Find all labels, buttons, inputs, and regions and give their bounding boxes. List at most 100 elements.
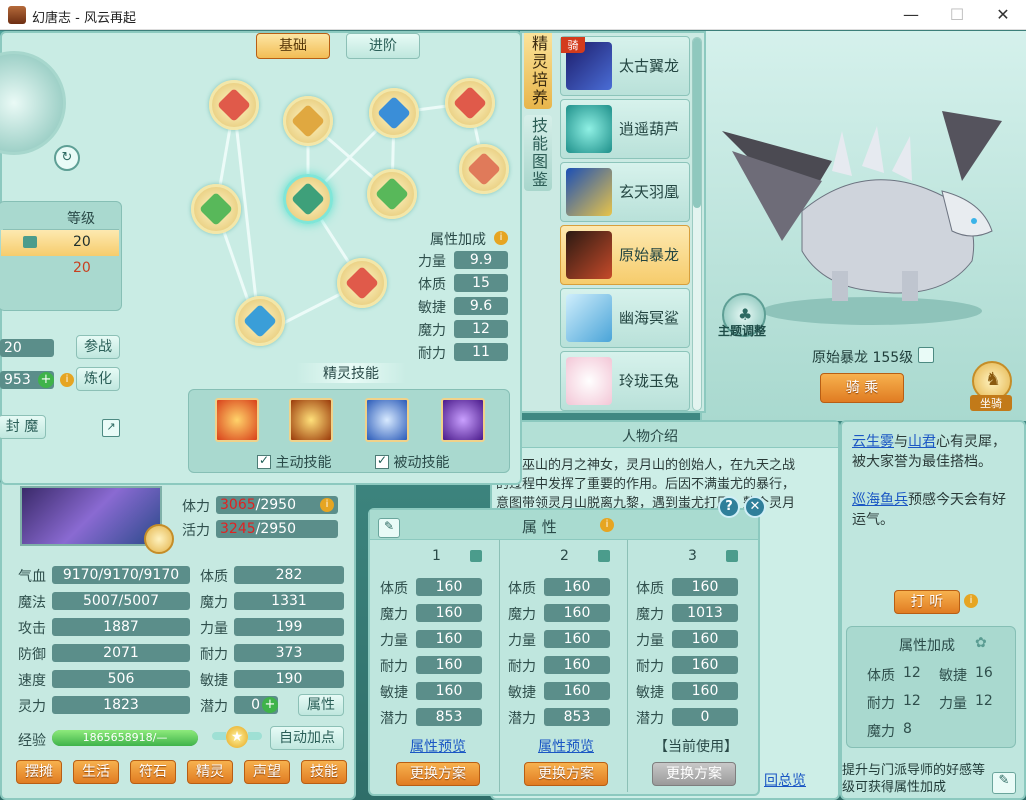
attr-value: 15 bbox=[454, 274, 508, 292]
overview-link[interactable]: 回总览 bbox=[764, 770, 806, 790]
tab-basic[interactable]: 基础 bbox=[256, 33, 330, 59]
pet-thumbnail bbox=[566, 168, 612, 216]
rune-button[interactable]: 符石 bbox=[130, 760, 176, 784]
battle-button[interactable]: 参战 bbox=[76, 335, 120, 359]
fire-skill-icon[interactable] bbox=[215, 398, 259, 442]
preview-link[interactable]: 属性预览 bbox=[538, 736, 594, 756]
close-icon[interactable]: ✕ bbox=[744, 496, 766, 518]
reputation-button[interactable]: 声望 bbox=[244, 760, 290, 784]
edit-icon[interactable] bbox=[598, 550, 610, 562]
share-icon[interactable]: ↗ bbox=[102, 419, 120, 437]
pet-item[interactable]: 骑 太古翼龙 bbox=[560, 36, 690, 96]
pet-item[interactable]: 玲珑玉兔 bbox=[560, 351, 690, 411]
switch-scheme-button[interactable]: 更换方案 bbox=[524, 762, 608, 786]
stat-value: 2071 bbox=[52, 644, 190, 662]
attr-label: 力量 bbox=[418, 254, 446, 270]
life-button[interactable]: 生活 bbox=[73, 760, 119, 784]
npc-link-shanjun[interactable]: 山君 bbox=[908, 434, 936, 450]
info-icon[interactable]: i bbox=[60, 373, 74, 387]
listen-button[interactable]: 打 听 bbox=[894, 590, 960, 614]
scheme-column-2: 2 体质 160 魔力 160 力量 160 耐力 160 敏捷 160 潜力 … bbox=[502, 540, 628, 792]
skill-node[interactable] bbox=[209, 80, 259, 130]
info-icon[interactable]: i bbox=[964, 594, 978, 608]
vigor-label: 活力 bbox=[182, 523, 210, 539]
pet-item[interactable]: 幽海冥鲨 bbox=[560, 288, 690, 348]
skill-node[interactable] bbox=[369, 88, 419, 138]
auto-allocate-button[interactable]: 自动加点 bbox=[270, 726, 344, 750]
skill-node[interactable] bbox=[283, 96, 333, 146]
pet-item[interactable]: 逍遥葫芦 bbox=[560, 99, 690, 159]
skill-node[interactable] bbox=[459, 144, 509, 194]
pet-item[interactable]: 玄天羽凰 bbox=[560, 162, 690, 222]
refine-button[interactable]: 炼化 bbox=[76, 367, 120, 391]
info-icon[interactable]: i bbox=[494, 231, 508, 245]
attr-label: 耐力 bbox=[636, 659, 664, 675]
pet-name: 幽海冥鲨 bbox=[619, 309, 680, 327]
passive-skill-checkbox[interactable]: 被动技能 bbox=[375, 452, 449, 472]
minimize-button[interactable]: — bbox=[888, 0, 934, 30]
skill-node[interactable] bbox=[337, 258, 387, 308]
preview-link[interactable]: 属性预览 bbox=[410, 736, 466, 756]
npc-link-yunshengwu[interactable]: 云生雾 bbox=[852, 434, 894, 450]
edit-icon[interactable] bbox=[470, 550, 482, 562]
shadow-skill-icon[interactable] bbox=[441, 398, 485, 442]
seal-demon-button[interactable]: 封 魔 bbox=[0, 415, 46, 439]
maximize-button[interactable]: ☐ bbox=[934, 0, 980, 30]
flame-burst-skill-icon[interactable] bbox=[289, 398, 333, 442]
skill-node[interactable] bbox=[445, 78, 495, 128]
news-item-2: 巡海鱼兵预感今天会有好运气。 bbox=[852, 492, 1006, 528]
pet-name: 逍遥葫芦 bbox=[619, 120, 680, 138]
add-icon[interactable]: + bbox=[38, 372, 54, 388]
attr-value: 0 bbox=[672, 708, 738, 726]
settings-gear-icon[interactable]: ✿ bbox=[975, 635, 987, 651]
ride-button[interactable]: 骑 乘 bbox=[820, 373, 904, 403]
pet-item-selected[interactable]: 原始暴龙 bbox=[560, 225, 690, 285]
stat-value: 5007/5007 bbox=[52, 592, 190, 610]
switch-scheme-button-disabled: 更换方案 bbox=[652, 762, 736, 786]
skills-button[interactable]: 技能 bbox=[301, 760, 347, 784]
active-skill-checkbox[interactable]: 主动技能 bbox=[257, 452, 331, 472]
level-table: 等级 20 20 bbox=[0, 201, 122, 311]
intro-title: 人物介绍 bbox=[622, 429, 678, 445]
scrollbar-thumb[interactable] bbox=[693, 38, 701, 208]
mount-label: 坐骑 bbox=[970, 395, 1012, 411]
attr-value: 9.9 bbox=[454, 251, 508, 269]
tab-spirit-training[interactable]: 精灵培养 bbox=[524, 33, 552, 109]
help-icon[interactable]: ? bbox=[718, 496, 740, 518]
attr-value: 160 bbox=[672, 682, 738, 700]
close-window-button[interactable]: ✕ bbox=[980, 0, 1026, 30]
edit-icon[interactable]: ✎ bbox=[378, 518, 400, 538]
pet-list-scrollbar[interactable] bbox=[692, 37, 702, 411]
skill-node[interactable] bbox=[367, 169, 417, 219]
skill-node-center[interactable] bbox=[283, 174, 333, 224]
stat-label: 耐力 bbox=[200, 647, 228, 663]
spirit-button[interactable]: 精灵 bbox=[187, 760, 233, 784]
edit-icon[interactable]: ✎ bbox=[992, 772, 1016, 794]
info-icon[interactable]: i bbox=[600, 518, 614, 532]
refresh-icon[interactable]: ↻ bbox=[54, 145, 80, 171]
mentor-news-panel: 云生雾与山君心有灵犀，被大家誉为最佳搭档。 巡海鱼兵预感今天会有好运气。 打 听… bbox=[840, 420, 1026, 800]
tab-advanced[interactable]: 进阶 bbox=[346, 33, 420, 59]
bonus-value: 8 bbox=[903, 721, 912, 737]
pet-name: 玲珑玉兔 bbox=[619, 372, 680, 390]
rename-mount-icon[interactable] bbox=[918, 347, 934, 363]
spirit-skills-title: 精灵技能 bbox=[296, 363, 406, 383]
stall-button[interactable]: 摆摊 bbox=[16, 760, 62, 784]
stat-label: 灵力 bbox=[18, 699, 46, 715]
attribute-button[interactable]: 属性 bbox=[298, 694, 344, 716]
tab-skill-book[interactable]: 技能图鉴 bbox=[524, 115, 552, 191]
attr-label: 敏捷 bbox=[418, 300, 446, 316]
attr-label: 体质 bbox=[380, 581, 408, 597]
skill-node[interactable] bbox=[191, 184, 241, 234]
info-icon[interactable]: i bbox=[320, 498, 334, 512]
edit-icon[interactable] bbox=[726, 550, 738, 562]
edit-icon[interactable] bbox=[23, 236, 37, 248]
level-row-selected[interactable] bbox=[1, 230, 119, 256]
pet-thumbnail bbox=[566, 294, 612, 342]
add-potential-icon[interactable]: + bbox=[262, 697, 278, 713]
ice-wing-skill-icon[interactable] bbox=[365, 398, 409, 442]
skill-node[interactable] bbox=[235, 296, 285, 346]
npc-link-xunhaiyubing[interactable]: 巡海鱼兵 bbox=[852, 492, 908, 508]
switch-scheme-button[interactable]: 更换方案 bbox=[396, 762, 480, 786]
attr-value: 160 bbox=[416, 604, 482, 622]
